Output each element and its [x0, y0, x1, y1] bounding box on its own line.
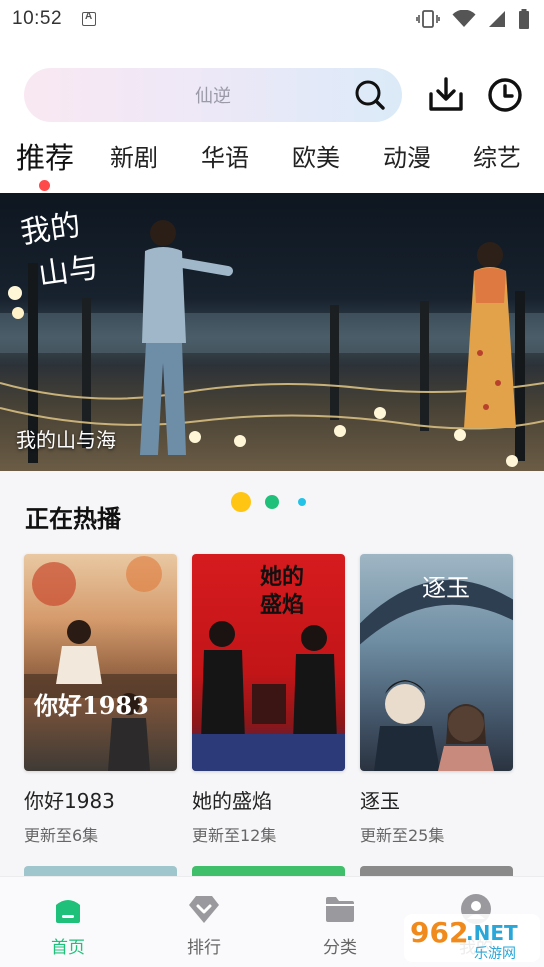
show-card[interactable]: 她的 盛焰 她的盛焰 更新至12集 — [192, 554, 345, 846]
carousel-dots — [230, 491, 330, 513]
carousel-dot-2 — [265, 495, 279, 509]
poster-text: 逐玉 — [422, 574, 470, 602]
svg-text:盛焰: 盛焰 — [260, 592, 304, 618]
nav-home[interactable]: 首页 — [18, 877, 118, 967]
nav-ranking-label: 排行 — [187, 938, 221, 958]
show-title: 她的盛焰 — [192, 789, 272, 813]
signal-icon — [489, 11, 505, 27]
tab-chinese[interactable]: 华语 — [201, 138, 249, 173]
show-poster[interactable]: 逐玉 — [360, 554, 513, 771]
status-bar: 10:52 — [0, 0, 544, 38]
tab-anime[interactable]: 动漫 — [383, 138, 431, 173]
search-row: 仙逆 — [24, 68, 524, 122]
watermark-subtitle: 乐游网 — [474, 946, 516, 962]
show-poster[interactable]: 你好1983 — [24, 554, 177, 771]
show-title: 你好1983 — [24, 789, 115, 813]
vibrate-icon — [416, 10, 440, 28]
nav-home-label: 首页 — [51, 938, 85, 958]
show-update-status: 更新至25集 — [360, 826, 445, 845]
show-poster[interactable]: 她的 盛焰 — [192, 554, 345, 771]
banner-calligraphy: 我的 — [18, 208, 82, 251]
nav-ranking[interactable]: 排行 — [154, 877, 254, 967]
poster-text: 你好1983 — [33, 691, 149, 720]
nav-category-label: 分类 — [323, 938, 357, 958]
search-placeholder: 仙逆 — [195, 86, 231, 107]
tab-variety[interactable]: 综艺 — [473, 138, 521, 173]
banner-caption: 我的山与海 — [16, 428, 116, 452]
battery-icon — [519, 9, 529, 29]
show-update-status: 更新至6集 — [24, 826, 99, 845]
search-icon[interactable] — [354, 79, 386, 111]
history-icon[interactable] — [486, 76, 524, 114]
watermark-brand: 962 — [410, 916, 468, 949]
tab-western[interactable]: 欧美 — [292, 138, 340, 173]
carousel-dot-1 — [231, 492, 251, 512]
category-tabs: 推荐 新剧 华语 欧美 动漫 综艺 — [0, 130, 544, 191]
watermark-suffix: .NET — [466, 921, 518, 945]
svg-text:山与: 山与 — [36, 250, 100, 293]
ranking-icon — [189, 896, 219, 923]
show-update-status: 更新至12集 — [192, 826, 277, 845]
carousel-dot-3 — [298, 498, 306, 506]
search-input[interactable]: 仙逆 — [24, 68, 402, 122]
nav-category[interactable]: 分类 — [290, 877, 390, 967]
home-icon — [56, 900, 80, 923]
active-tab-indicator — [39, 180, 50, 191]
tab-new-drama[interactable]: 新剧 — [110, 138, 158, 173]
notification-icon — [82, 11, 97, 26]
watermark-logo: 962 .NET 乐游网 — [404, 914, 540, 962]
featured-banner[interactable]: 我的 山与 我的山与海 — [0, 193, 544, 471]
status-time: 10:52 — [12, 8, 63, 29]
show-card[interactable]: 你好1983 你好1983 更新至6集 — [24, 554, 177, 846]
show-title: 逐玉 — [360, 789, 400, 813]
folder-icon — [326, 897, 354, 922]
tab-recommend[interactable]: 推荐 — [16, 135, 74, 177]
download-icon[interactable] — [427, 76, 465, 114]
wifi-icon — [452, 10, 476, 27]
section-title: 正在热播 — [25, 505, 121, 533]
show-card[interactable]: 逐玉 逐玉 更新至25集 — [360, 554, 513, 846]
content-area: 正在热播 你好1983 你好1983 更新至6集 她的 盛焰 她的盛焰 更新至1… — [0, 471, 544, 878]
poster-text: 她的 — [260, 564, 304, 590]
